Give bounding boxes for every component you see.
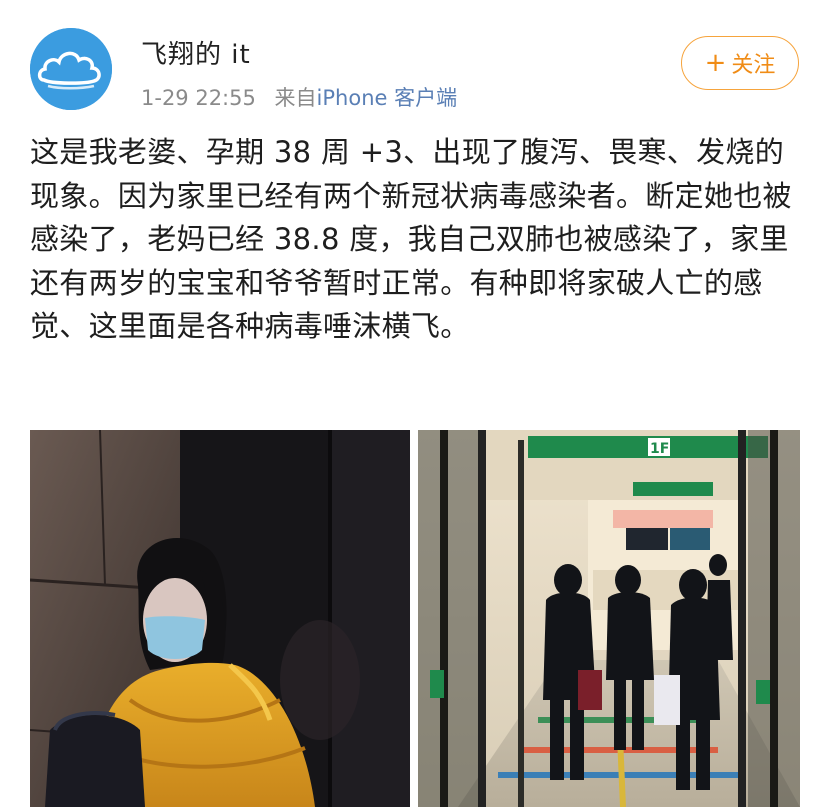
post-meta: 1-29 22:55 来自iPhone 客户端 <box>141 82 457 112</box>
user-avatar[interactable] <box>30 28 112 110</box>
floor-sign: 1F <box>650 441 669 457</box>
source-app[interactable]: iPhone 客户端 <box>317 86 458 110</box>
username[interactable]: 飞翔的 it <box>141 34 251 71</box>
plus-icon: + <box>704 48 727 78</box>
post-time: 1-29 22:55 <box>141 86 256 110</box>
source-prefix: 来自 <box>274 86 317 110</box>
post-photo-1[interactable] <box>30 430 410 807</box>
post-photo-2[interactable]: 1F <box>418 430 800 807</box>
follow-label: 关注 <box>731 53 776 78</box>
post-header: 飞翔的 it 1-29 22:55 来自iPhone 客户端 + 关注 <box>0 0 828 120</box>
follow-button[interactable]: + 关注 <box>681 36 799 90</box>
cloud-avatar-icon <box>30 28 112 110</box>
post-text: 这是我老婆、孕期 38 周 +3、出现了腹泻、畏寒、发烧的现象。因为家里已经有两… <box>30 135 792 343</box>
photo-woman-yellow-coat-icon <box>30 430 410 807</box>
photo-hospital-lobby-icon: 1F <box>418 430 800 807</box>
